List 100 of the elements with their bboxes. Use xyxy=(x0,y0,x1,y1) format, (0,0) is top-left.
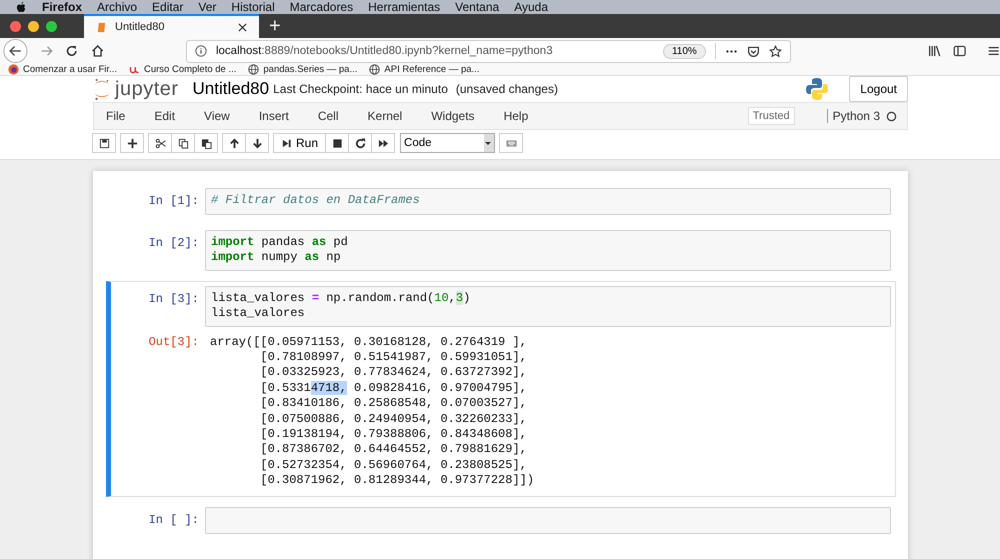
globe-icon xyxy=(248,64,260,75)
python-logo-icon xyxy=(805,77,830,101)
output-line: [0.53314718, 0.09828416, 0.97004795], xyxy=(259,380,528,396)
step-icon xyxy=(281,138,292,148)
fast-forward-button[interactable] xyxy=(371,133,396,153)
output-line: array([[0.05971153, 0.30168128, 0.2764319 ], xyxy=(210,334,528,350)
caret-icon xyxy=(484,139,492,147)
code-line: lista_valores xyxy=(211,306,306,322)
app-menu[interactable]: Firefox xyxy=(42,0,82,14)
menu-item[interactable]: Ayuda xyxy=(514,0,548,14)
save-button[interactable] xyxy=(92,133,116,153)
zoom-level-button[interactable]: 110% xyxy=(662,44,706,58)
output-line: [0.78108997, 0.51541987, 0.59931051], xyxy=(259,350,528,366)
back-icon[interactable] xyxy=(3,38,28,64)
zoom-window-button[interactable] xyxy=(46,20,57,32)
code-line: lista_valores = np.random.rand(10,3) xyxy=(211,290,472,306)
bookmark-link[interactable]: pandas.Series — pa... xyxy=(248,64,358,75)
menu-item[interactable]: File xyxy=(106,109,126,123)
bookmark-link[interactable]: Curso Completo de ... xyxy=(128,64,236,75)
stop-icon xyxy=(332,138,343,148)
notebook-cell[interactable]: In [ ]: xyxy=(106,502,896,539)
pocket-icon[interactable] xyxy=(746,44,760,58)
menu-item[interactable]: Widgets xyxy=(431,109,475,123)
bookmark-link[interactable]: API Reference — pa... xyxy=(369,64,480,75)
code-editor[interactable]: import pandas as pd import numpy as np xyxy=(205,230,891,271)
notebook-title[interactable]: Untitled80 xyxy=(192,79,270,99)
logo-icon xyxy=(128,64,140,75)
notebook-cell[interactable]: In [2]: import pandas as pd import numpy as np xyxy=(106,225,896,276)
run-button[interactable]: Run xyxy=(273,133,326,153)
code-line: import numpy as np xyxy=(211,250,342,266)
close-icon[interactable] xyxy=(238,22,247,32)
menu-item[interactable]: Kernel xyxy=(368,109,402,123)
code-editor[interactable]: # Filtrar datos en DataFrames xyxy=(205,188,891,215)
move-up-button[interactable] xyxy=(222,133,246,153)
code-editor[interactable]: lista_valores = np.random.rand(10,3) lista_valores xyxy=(205,286,891,327)
browser-tab[interactable]: Untitled80 xyxy=(84,14,259,38)
close-window-button[interactable] xyxy=(10,20,21,32)
output-line: [0.30871962, 0.81289344, 0.97377228]]) xyxy=(259,473,536,489)
fast-forward-icon xyxy=(378,138,389,148)
menu-item[interactable]: Cell xyxy=(318,109,339,123)
menu-item[interactable]: Ventana xyxy=(455,0,500,14)
output-line: [0.03325923, 0.77834624, 0.63727392], xyxy=(259,365,528,381)
logout-button[interactable]: Logout xyxy=(849,76,908,102)
menu-item[interactable]: View xyxy=(204,109,230,123)
plus-icon xyxy=(126,138,138,148)
move-down-button[interactable] xyxy=(245,133,269,153)
output-line: [0.83410186, 0.25868548, 0.07003527], xyxy=(259,396,528,412)
kernel-name[interactable]: Python 3 xyxy=(826,109,880,123)
code-line: # Filtrar datos en DataFrames xyxy=(211,193,421,208)
input-prompt: In [1]: xyxy=(148,193,200,208)
menu-item[interactable]: Historial xyxy=(231,0,275,14)
menu-item[interactable]: Help xyxy=(504,109,528,123)
output-prompt: Out[3]: xyxy=(148,334,200,349)
cut-button[interactable] xyxy=(148,133,172,153)
menu-item[interactable]: Marcadores xyxy=(290,0,354,14)
paste-icon xyxy=(200,138,212,148)
restart-button[interactable] xyxy=(348,133,372,153)
save-status: (unsaved changes) xyxy=(456,82,558,96)
keyboard-icon xyxy=(506,138,517,148)
menu-item[interactable]: Ver xyxy=(198,0,216,14)
paste-button[interactable] xyxy=(194,133,218,153)
output-line: [0.52732354, 0.56960764, 0.23808525], xyxy=(259,458,528,474)
down-arrow-icon xyxy=(252,138,262,148)
trusted-badge[interactable]: Trusted xyxy=(748,107,795,125)
star-icon[interactable] xyxy=(768,44,782,58)
output-line: [0.87386702, 0.64464552, 0.79881629], xyxy=(259,442,528,458)
jupyter-wordmark: jupyter xyxy=(115,78,179,100)
minimize-window-button[interactable] xyxy=(28,20,39,32)
apple-icon[interactable] xyxy=(16,0,27,14)
bookmark-link[interactable]: Comenzar a usar Fir... xyxy=(8,64,117,75)
address-bar[interactable]: localhost:8889/notebooks/Untitled80.ipynb?kernel_name=python3 110% xyxy=(186,40,791,62)
stop-button[interactable] xyxy=(325,133,350,153)
url-text: localhost:8889/notebooks/Untitled80.ipynb?kernel_name=python3 xyxy=(216,45,554,57)
jupyter-logo-icon xyxy=(93,77,111,101)
reload-icon[interactable] xyxy=(65,44,79,58)
forward-icon[interactable] xyxy=(40,44,54,58)
sidebar-icon[interactable] xyxy=(953,44,967,58)
output-line: [0.19138194, 0.79388806, 0.84348608], xyxy=(259,427,528,442)
home-icon[interactable] xyxy=(90,44,104,58)
notebook-cell[interactable]: In [1]: # Filtrar datos en DataFrames xyxy=(106,183,896,220)
globe-icon xyxy=(369,64,380,75)
menu-item[interactable]: Editar xyxy=(152,0,184,14)
keyboard-button[interactable] xyxy=(499,133,524,153)
menu-item[interactable]: Insert xyxy=(258,109,289,123)
copy-button[interactable] xyxy=(171,133,195,153)
add-cell-button[interactable] xyxy=(120,133,144,153)
code-line: import pandas as pd xyxy=(211,235,349,250)
menu-item[interactable]: Herramientas xyxy=(368,0,440,14)
menu-item[interactable]: Archivo xyxy=(97,0,138,14)
checkpoint-text: Last Checkpoint: hace un minuto xyxy=(273,82,448,96)
notebook-cell[interactable] xyxy=(106,280,896,497)
cell-type-dropdown[interactable]: Code xyxy=(400,133,496,153)
new-tab-button[interactable]: + xyxy=(259,14,291,38)
menu-item[interactable]: Edit xyxy=(154,109,176,123)
info-icon[interactable] xyxy=(194,45,207,57)
library-icon[interactable] xyxy=(928,44,942,58)
firefox-icon xyxy=(8,64,19,75)
restart-icon xyxy=(354,138,366,148)
menu-icon[interactable] xyxy=(986,44,1000,58)
output-line: [0.07500886, 0.24940954, 0.32260233], xyxy=(259,412,528,428)
